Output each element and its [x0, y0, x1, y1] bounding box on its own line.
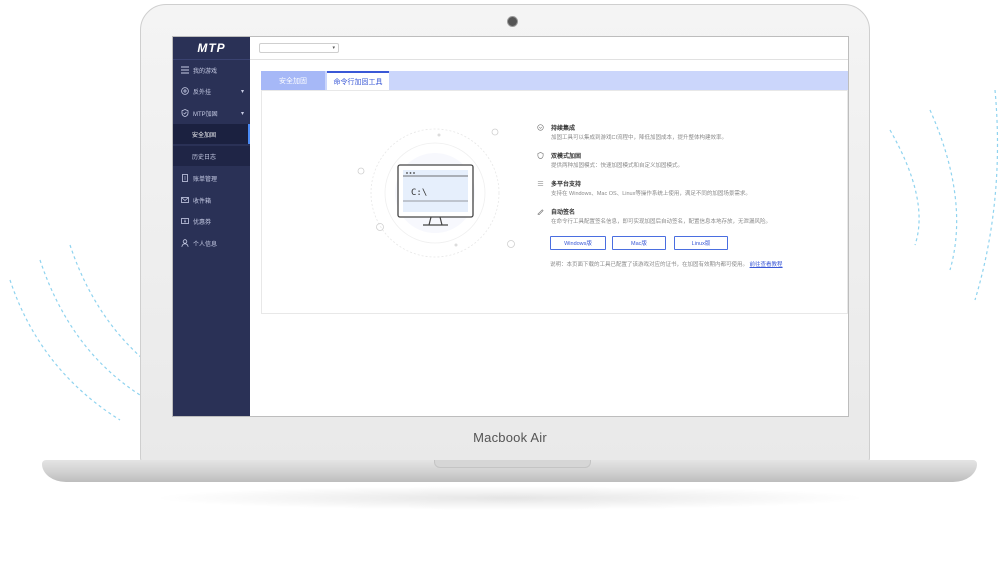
platform-icon — [537, 181, 544, 186]
chevron-down-icon: ▾ — [240, 110, 244, 117]
feature-list: 持续集成 加固工具可以集成到游戏CI流程中，降低加固成本，提升整体构建效率。 双… — [537, 123, 837, 235]
sidebar-item-label: 我的游戏 — [193, 68, 218, 75]
laptop-notch — [434, 460, 591, 468]
menu-icon — [180, 66, 189, 75]
sidebar: MTP 我的游戏 反外挂 ▾ MTP加固 ▾ 安全加固 历史日志 账单管理 收件… — [173, 37, 250, 416]
sidebar-item-my-games[interactable]: 我的游戏 — [173, 61, 250, 79]
feature-desc: 提供两种加固模式：快速加固模式和自定义加固模式。 — [551, 163, 684, 169]
terminal-prompt-text: C:\ — [411, 188, 427, 198]
shield-check-icon — [180, 109, 189, 118]
sidebar-item-billing[interactable]: 账单管理 — [173, 169, 250, 187]
tab-security-harden[interactable]: 安全加固 — [261, 71, 325, 90]
sidebar-item-coupons[interactable]: ¥ 优惠券 — [173, 212, 250, 230]
sidebar-subitem-security-harden[interactable]: 安全加固 — [173, 124, 250, 144]
coupon-icon: ¥ — [180, 217, 189, 226]
logo: MTP — [173, 37, 250, 60]
feature-item: 持续集成 加固工具可以集成到游戏CI流程中，降低加固成本，提升整体构建效率。 — [537, 123, 837, 151]
feature-item: 多平台支持 支持在 Windows、Mac OS、Linux等操作系统上使用，满… — [537, 179, 837, 207]
feature-desc: 在命令行工具配置签名信息，即可实现加固后自动签名，配置信息本地存放，无泄漏风险。 — [551, 219, 772, 225]
tab-bar: 安全加固 命令行加固工具 — [261, 71, 848, 90]
device-brand-label: Macbook Air — [473, 430, 547, 445]
sidebar-item-profile[interactable]: 个人信息 — [173, 234, 250, 252]
cycle-icon — [537, 124, 544, 131]
game-select[interactable]: ▾ — [259, 43, 339, 53]
sidebar-item-label: 优惠券 — [193, 219, 212, 226]
chevron-down-icon: ▾ — [332, 45, 335, 51]
svg-text:¥: ¥ — [183, 219, 186, 224]
download-mac-button[interactable]: Mac版 — [612, 236, 666, 250]
feature-title: 多平台支持 — [551, 182, 582, 188]
sidebar-item-anti-cheat[interactable]: 反外挂 ▾ — [173, 82, 250, 100]
feature-title: 持续集成 — [551, 126, 576, 132]
mail-icon — [180, 196, 189, 205]
feature-title: 双模式加固 — [551, 154, 582, 160]
tab-cli-tool[interactable]: 命令行加固工具 — [327, 71, 389, 90]
terminal-illustration: C:\ — [357, 128, 515, 258]
feature-desc: 加固工具可以集成到游戏CI流程中，降低加固成本，提升整体构建效率。 — [551, 135, 728, 141]
laptop-shadow — [150, 486, 870, 510]
dual-mode-icon — [537, 152, 544, 159]
download-windows-button[interactable]: Windows版 — [550, 236, 606, 250]
sidebar-item-label: 账单管理 — [193, 176, 218, 183]
download-note: 说明：本页面下载的工具已配置了该游戏对应的证书，在加固有效期内都可使用。 前往查… — [550, 260, 783, 268]
bill-icon — [180, 174, 189, 183]
laptop-screen: MTP 我的游戏 反外挂 ▾ MTP加固 ▾ 安全加固 历史日志 账单管理 收件… — [172, 36, 849, 417]
chevron-down-icon: ▾ — [240, 88, 244, 95]
camera-icon — [507, 16, 518, 27]
sidebar-item-mtp-harden[interactable]: MTP加固 ▾ — [173, 104, 250, 122]
top-bar: ▾ — [250, 37, 848, 60]
sidebar-item-label: 收件箱 — [193, 198, 212, 205]
shield-plus-icon — [180, 87, 189, 96]
download-linux-button[interactable]: Linux版 — [674, 236, 728, 250]
sidebar-item-inbox[interactable]: 收件箱 — [173, 191, 250, 209]
sidebar-item-label: 反外挂 — [193, 89, 212, 96]
sidebar-subitem-label: 安全加固 — [192, 132, 217, 139]
feature-item: 自动签名 在命令行工具配置签名信息，即可实现加固后自动签名，配置信息本地存放，无… — [537, 207, 837, 235]
sidebar-subitem-label: 历史日志 — [192, 154, 217, 161]
feature-title: 自动签名 — [551, 210, 576, 216]
user-icon — [180, 239, 189, 248]
tutorial-link[interactable]: 前往查看教程 — [750, 262, 783, 268]
feature-item: 双模式加固 提供两种加固模式：快速加固模式和自定义加固模式。 — [537, 151, 837, 179]
sign-icon — [537, 209, 544, 215]
feature-desc: 支持在 Windows、Mac OS、Linux等操作系统上使用，满足不同的加固… — [551, 191, 751, 197]
sidebar-item-label: MTP加固 — [193, 111, 218, 118]
sidebar-item-label: 个人信息 — [193, 241, 218, 248]
note-text: 说明：本页面下载的工具已配置了该游戏对应的证书，在加固有效期内都可使用。 — [550, 262, 749, 268]
sidebar-subitem-history-log[interactable]: 历史日志 — [173, 146, 250, 166]
